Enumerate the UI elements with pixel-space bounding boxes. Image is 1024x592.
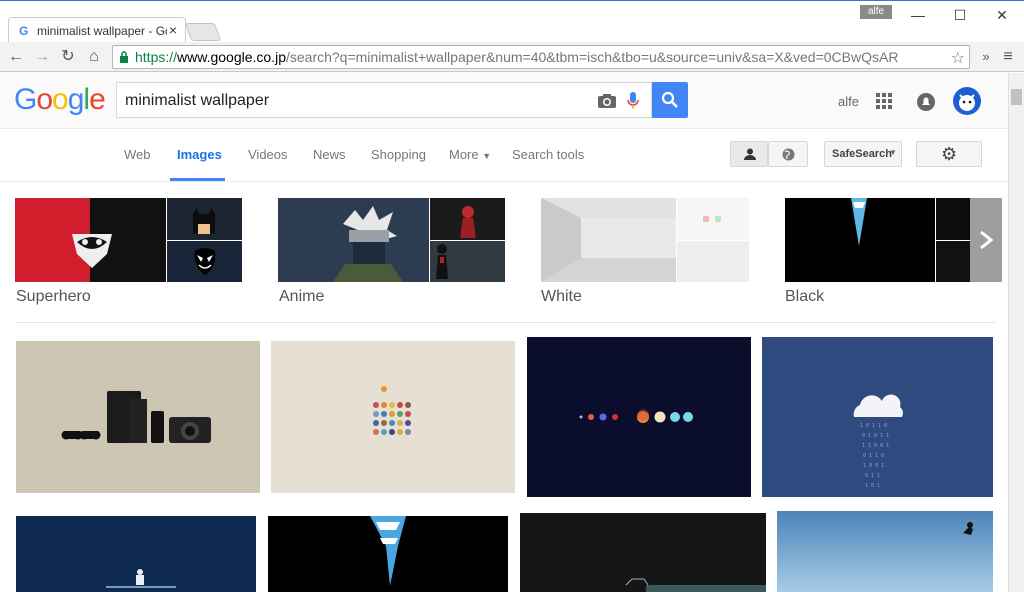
dropdown-arrow-icon: ▼	[889, 148, 897, 157]
safesearch-label: SafeSearch	[832, 148, 892, 160]
tab-more[interactable]: More ▼	[449, 147, 491, 162]
svg-text:1 0 0 1: 1 0 0 1	[863, 463, 884, 469]
image-result-7[interactable]	[520, 513, 766, 592]
related-superhero-thumb-batman[interactable]	[167, 198, 242, 240]
related-black-thumb-2[interactable]	[936, 241, 972, 282]
profile-chip[interactable]: alfe	[860, 5, 892, 19]
global-results-button[interactable]	[768, 141, 808, 167]
related-superhero-image-main[interactable]	[15, 198, 166, 282]
google-logo[interactable]: Google	[14, 83, 106, 117]
tab-search-tools[interactable]: Search tools	[512, 147, 584, 162]
home-icon[interactable]: ⌂	[84, 47, 104, 67]
browser-toolbar: ← → ↻ ⌂ https://www.google.co.jp/search?…	[0, 42, 1024, 72]
minimize-icon[interactable]: —	[898, 5, 938, 25]
search-input[interactable]: minimalist wallpaper	[116, 82, 652, 118]
tab-videos[interactable]: Videos	[248, 147, 288, 162]
image-result-8[interactable]	[777, 511, 993, 592]
apps-grid-icon[interactable]	[876, 93, 892, 109]
extensions-overflow-icon[interactable]: »	[976, 47, 996, 67]
svg-text:0 1 0 1 1: 0 1 0 1 1	[862, 433, 889, 439]
bookmark-star-icon[interactable]: ☆	[951, 48, 965, 68]
account-name[interactable]: alfe	[838, 94, 859, 109]
reload-icon[interactable]: ↻	[58, 47, 78, 67]
globe-icon	[782, 148, 795, 161]
tab-images[interactable]: Images	[177, 147, 222, 162]
tab-close-icon[interactable]: ×	[169, 22, 177, 38]
related-superhero-thumb-venom[interactable]	[167, 241, 242, 282]
gear-icon: ⚙	[941, 144, 958, 164]
forward-arrow-icon[interactable]: →	[32, 47, 52, 67]
svg-text:1 0 1: 1 0 1	[865, 483, 880, 489]
avatar[interactable]	[952, 86, 982, 116]
safesearch-dropdown[interactable]: SafeSearch ▼	[824, 141, 902, 167]
image-result-2[interactable]	[271, 341, 515, 493]
new-tab-button[interactable]	[184, 23, 222, 41]
page-scrollbar[interactable]	[1008, 73, 1024, 592]
settings-button[interactable]: ⚙	[916, 141, 982, 167]
maximize-icon[interactable]: ☐	[940, 5, 980, 25]
person-icon	[744, 148, 756, 160]
notifications-bell-icon[interactable]	[916, 92, 936, 112]
menu-icon[interactable]: ≡	[998, 47, 1018, 67]
browser-tab[interactable]: G minimalist wallpaper - Go ×	[8, 17, 186, 43]
lock-icon	[120, 51, 128, 63]
related-label-anime[interactable]: Anime	[279, 288, 324, 306]
svg-text:1 1 0 0 1: 1 1 0 0 1	[862, 443, 889, 449]
active-tab-indicator	[170, 178, 225, 181]
related-black-image-main[interactable]	[785, 198, 935, 282]
back-arrow-icon[interactable]: ←	[6, 47, 26, 67]
related-white-thumb-2[interactable]	[677, 241, 749, 282]
address-bar[interactable]: https://www.google.co.jp/search?q=minima…	[112, 45, 970, 69]
section-divider	[15, 322, 995, 323]
svg-text:0 1 1: 0 1 1	[865, 473, 880, 479]
related-anime-thumb-dark[interactable]	[430, 241, 505, 282]
url-text: https://www.google.co.jp/search?q=minima…	[135, 49, 899, 65]
scrollbar-thumb[interactable]	[1011, 89, 1022, 105]
tab-news[interactable]: News	[313, 147, 346, 162]
related-anime-thumb-red[interactable]	[430, 198, 505, 240]
tab-title: minimalist wallpaper - Go	[37, 24, 167, 38]
search-icon	[661, 91, 678, 108]
search-button[interactable]	[652, 82, 688, 118]
dropdown-arrow-icon: ▼	[482, 151, 492, 161]
related-white-image-main[interactable]	[541, 198, 676, 282]
image-result-1[interactable]	[16, 341, 260, 493]
google-favicon-icon: G	[19, 24, 29, 38]
related-anime-image-main[interactable]	[278, 198, 429, 282]
tab-web[interactable]: Web	[124, 147, 151, 162]
microphone-icon[interactable]	[626, 91, 640, 111]
personal-results-button[interactable]	[730, 141, 768, 167]
google-header: Google minimalist wallpaper alfe	[0, 73, 1008, 129]
search-query-text: minimalist wallpaper	[125, 92, 270, 109]
search-nav-tabs: Web Images Videos News Shopping More ▼ S…	[0, 130, 1008, 182]
camera-icon[interactable]	[597, 93, 617, 109]
related-white-thumb-1[interactable]	[677, 198, 749, 240]
related-label-superhero[interactable]: Superhero	[16, 288, 91, 306]
svg-text:1 0 1 1 0: 1 0 1 1 0	[860, 423, 887, 429]
close-window-icon[interactable]: ✕	[982, 5, 1022, 25]
image-result-5[interactable]	[16, 516, 256, 592]
related-label-black[interactable]: Black	[785, 288, 824, 306]
tab-shopping[interactable]: Shopping	[371, 147, 426, 162]
related-label-white[interactable]: White	[541, 288, 582, 306]
image-result-4[interactable]: 1 0 1 1 0 0 1 0 1 1 1 1 0 0 1 0 1 1 0 1 0 0 …	[762, 337, 993, 497]
related-next-arrow[interactable]	[970, 198, 1002, 282]
chevron-right-icon	[980, 230, 993, 250]
image-result-6[interactable]	[268, 516, 508, 592]
svg-text:0 1 1 0: 0 1 1 0	[863, 453, 884, 459]
related-black-thumb-1[interactable]	[936, 198, 972, 240]
image-result-3[interactable]	[527, 337, 751, 497]
window-titlebar: G minimalist wallpaper - Go × alfe — ☐ ✕	[0, 0, 1024, 43]
